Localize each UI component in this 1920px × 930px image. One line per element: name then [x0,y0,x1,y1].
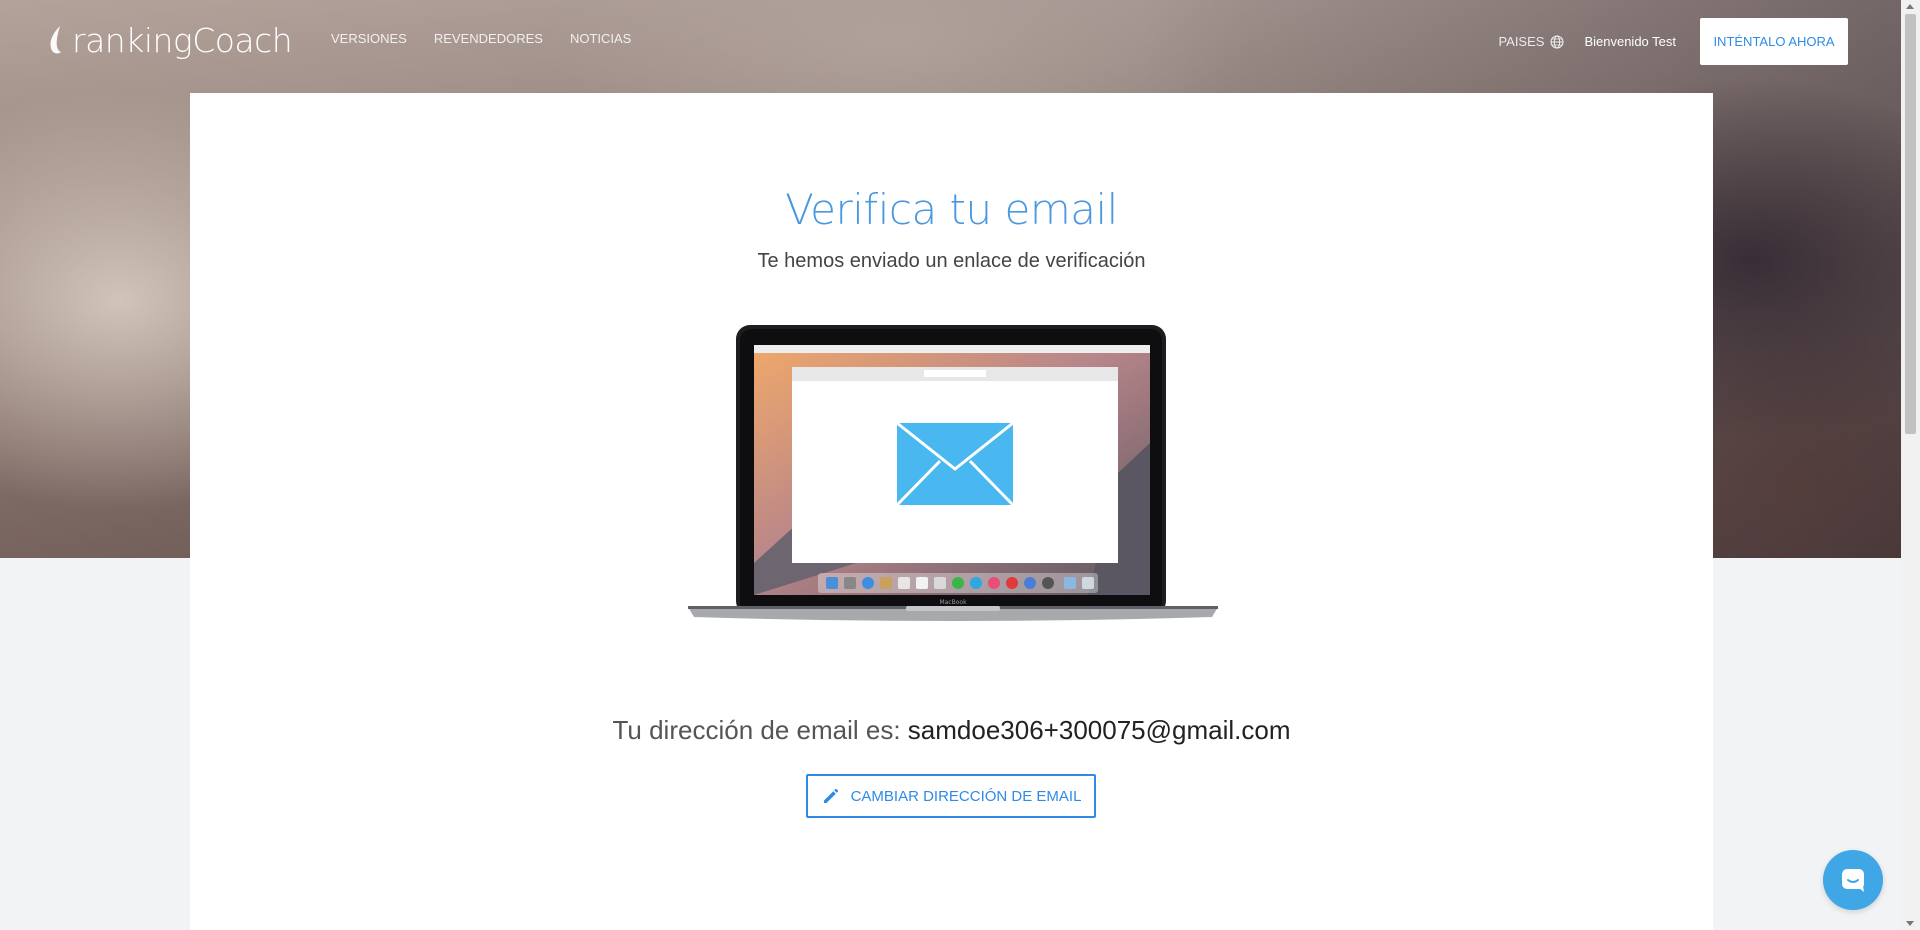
svg-text:MacBook: MacBook [939,599,967,606]
page-title: Verifica tu email [785,185,1118,234]
main-nav: VERSIONES REVENDEDORES NOTICIAS [331,31,658,46]
try-now-button[interactable]: INTÉNTALO AHORA [1700,18,1848,65]
chat-icon [1842,869,1864,892]
nav-revendedores[interactable]: REVENDEDORES [434,31,543,46]
email-prefix: Tu dirección de email es: [612,715,901,745]
welcome-text[interactable]: Bienvenido Test [1584,34,1676,49]
globe-icon [1550,34,1565,49]
logo[interactable]: rankingCoach [46,20,293,60]
scroll-down-arrow[interactable] [1906,921,1914,926]
header-right: PAISES Bienvenido Test INTÉNTALO AHORA [1498,18,1848,65]
pencil-icon [823,788,838,803]
verification-card: Verifica tu email Te hemos enviado un en… [190,93,1713,930]
change-email-label: CAMBIAR DIRECCIÓN DE EMAIL [850,787,1082,805]
site-header: rankingCoach VERSIONES REVENDEDORES NOTI… [0,0,1901,80]
logo-text: rankingCoach [72,20,293,60]
page-scrollbar[interactable] [1901,0,1920,930]
chat-launcher-button[interactable] [1823,850,1883,910]
envelope-icon [895,421,1015,507]
change-email-button[interactable]: CAMBIAR DIRECCIÓN DE EMAIL [806,774,1096,818]
laptop-illustration: MacBook [688,325,1218,621]
scroll-up-arrow[interactable] [1906,4,1914,9]
email-address: samdoe306+300075@gmail.com [907,715,1291,745]
countries-selector[interactable]: PAISES [1498,34,1565,49]
logo-drop-icon [50,26,61,54]
countries-label: PAISES [1498,34,1545,49]
email-line: Tu dirección de email es: samdoe306+3000… [190,715,1713,746]
nav-versiones[interactable]: VERSIONES [331,31,407,46]
page-subtitle: Te hemos enviado un enlace de verificaci… [757,250,1146,272]
nav-noticias[interactable]: NOTICIAS [570,31,631,46]
scroll-thumb[interactable] [1905,14,1916,434]
